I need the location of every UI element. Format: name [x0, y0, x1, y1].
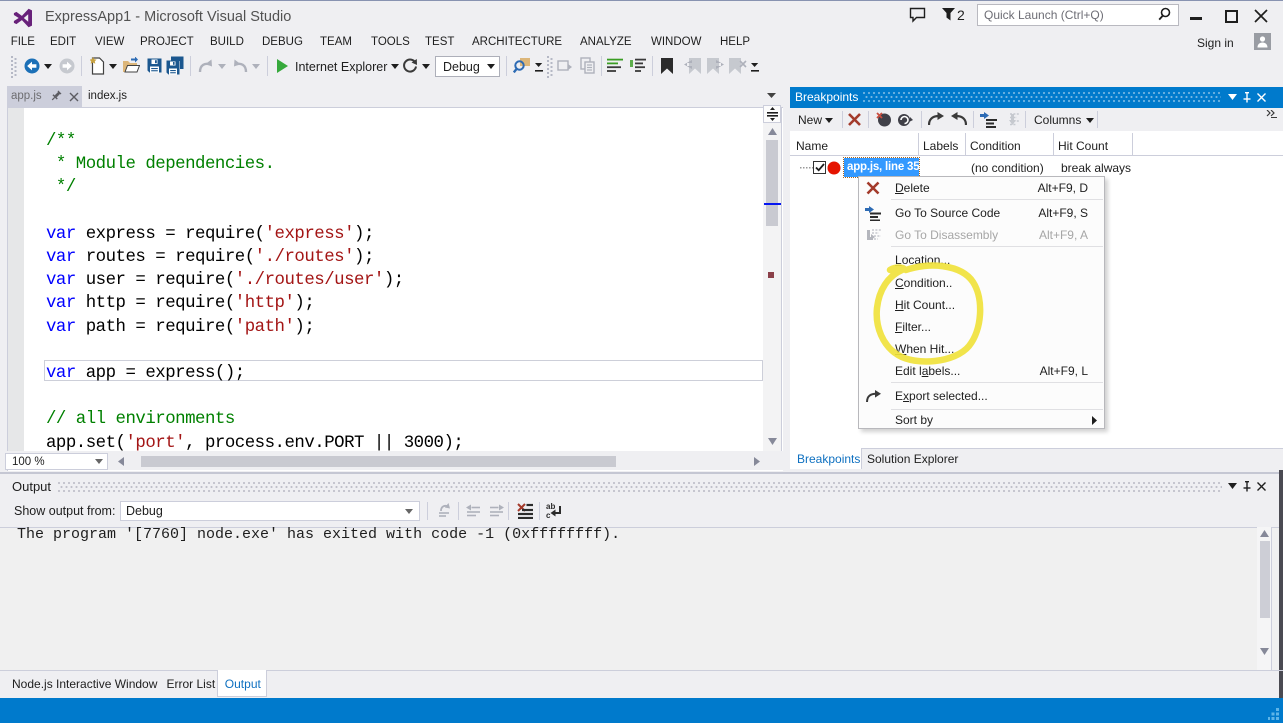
svg-text:ab: ab: [546, 502, 555, 511]
svg-text:c: c: [546, 511, 551, 520]
